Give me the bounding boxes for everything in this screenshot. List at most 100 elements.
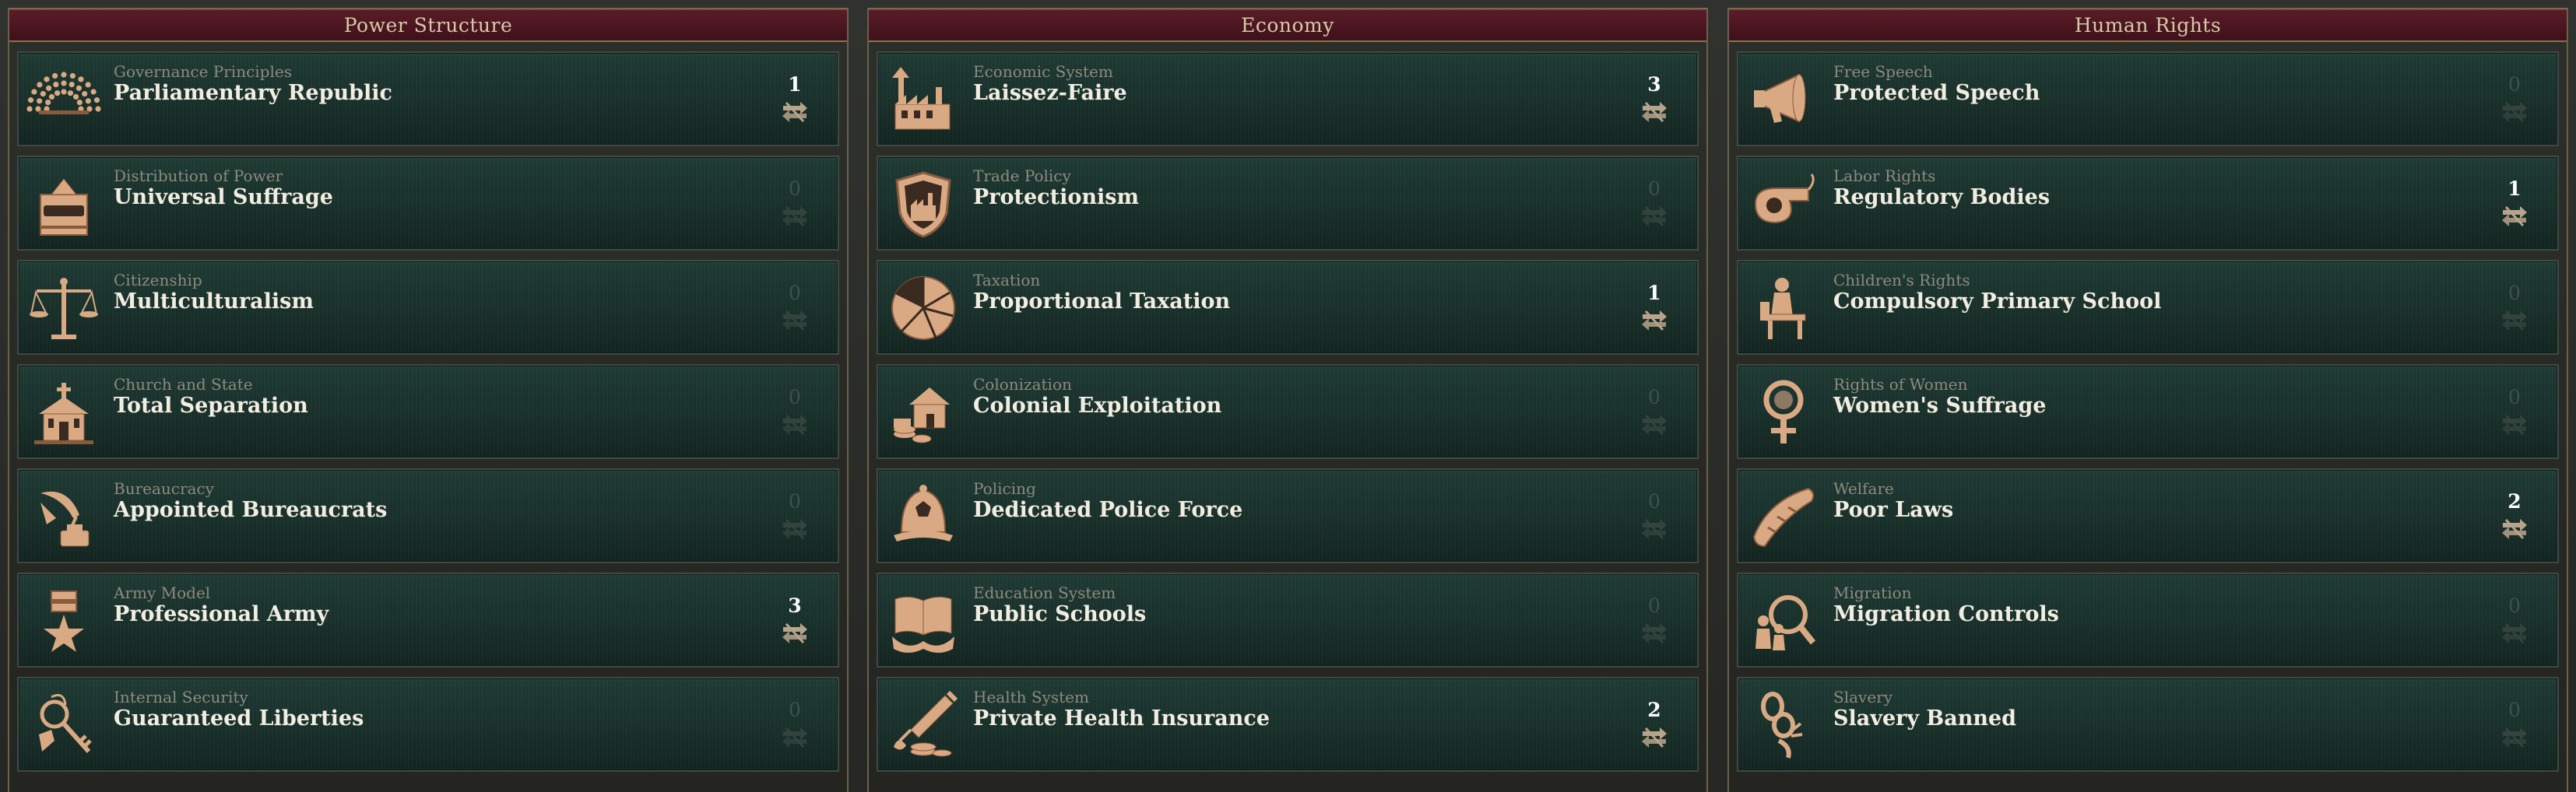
law-count-badge: 0 [1648,594,1661,617]
change-law-icon[interactable] [2500,517,2529,541]
law-count-badge: 0 [789,386,801,408]
law-name: Dedicated Police Force [973,498,1243,522]
change-law-icon[interactable] [2500,308,2529,333]
law-category: Citizenship [114,271,202,289]
change-law-icon[interactable] [780,412,810,437]
law-name: Poor Laws [1833,498,1954,522]
law-name: Appointed Bureaucrats [114,498,388,522]
law-count-badge: 1 [788,73,802,96]
law-count-badge: 2 [2507,490,2522,513]
law-name: Compulsory Primary School [1833,289,2162,314]
change-law-icon[interactable] [780,621,810,646]
panel-economy: Economy Economic System Laissez-Faire 3 … [867,8,1708,792]
law-card-taxation[interactable]: Taxation Proportional Taxation 1 [877,260,1699,355]
law-card-rights-of-women[interactable]: Rights of Women Women's Suffrage 0 [1737,364,2559,459]
panel-title: Human Rights [1729,9,2567,42]
change-law-icon[interactable] [1639,204,1669,229]
law-card-economic-system[interactable]: Economic System Laissez-Faire 3 [877,51,1699,146]
law-name: Public Schools [973,602,1147,626]
law-count-badge: 1 [1647,282,1661,304]
medal-icon [25,582,103,660]
change-law-icon[interactable] [780,204,810,229]
change-law-icon[interactable] [2500,725,2529,750]
law-card-governance-principles[interactable]: Governance Principles Parliamentary Repu… [17,51,839,146]
law-card-education-system[interactable]: Education System Public Schools 0 [877,573,1699,668]
megaphone-icon [1745,61,1822,138]
law-count-badge: 0 [2508,594,2521,617]
panel-power-structure: Power Structure Governance Principles Pa… [8,8,849,792]
law-card-bureaucracy[interactable]: Bureaucracy Appointed Bureaucrats 0 [17,468,839,563]
change-law-icon[interactable] [1639,517,1669,541]
law-count-badge: 0 [2508,386,2521,408]
law-category: Taxation [973,271,1041,289]
law-card-labor-rights[interactable]: Labor Rights Regulatory Bodies 1 [1737,156,2559,251]
law-count-badge: 2 [1647,699,1661,721]
pie-icon [884,269,962,347]
law-card-colonization[interactable]: Colonization Colonial Exploitation 0 [877,364,1699,459]
law-category: Distribution of Power [114,166,283,185]
law-name: Slavery Banned [1833,706,2017,731]
change-law-icon[interactable] [780,308,810,333]
law-name: Laissez-Faire [973,81,1127,105]
law-count-badge: 1 [2507,177,2522,200]
law-card-free-speech[interactable]: Free Speech Protected Speech 0 [1737,51,2559,146]
law-category: Church and State [114,375,253,394]
broken-chain-icon [1745,686,1822,764]
law-name: Colonial Exploitation [973,394,1222,418]
law-count-badge: 0 [789,699,801,721]
factory-growth-icon [884,61,962,138]
law-category: Health System [973,688,1089,706]
change-law-icon[interactable] [1639,621,1669,646]
change-law-icon[interactable] [2500,412,2529,437]
law-name: Proportional Taxation [973,289,1231,314]
law-count-badge: 0 [1648,386,1661,408]
law-card-internal-security[interactable]: Internal Security Guaranteed Liberties 0 [17,677,839,772]
change-law-icon[interactable] [1639,725,1669,750]
law-name: Migration Controls [1833,602,2059,626]
colonial-house-icon [884,373,962,451]
parliament-icon [25,61,103,138]
bread-icon [1745,478,1822,555]
change-law-icon[interactable] [780,725,810,750]
law-card-health-system[interactable]: Health System Private Health Insurance 2 [877,677,1699,772]
law-name: Parliamentary Republic [114,81,392,105]
change-law-icon[interactable] [780,517,810,541]
law-card-childrens-rights[interactable]: Children's Rights Compulsory Primary Sch… [1737,260,2559,355]
law-category: Governance Principles [114,62,292,81]
law-card-church-and-state[interactable]: Church and State Total Separation 0 [17,364,839,459]
venus-icon [1745,373,1822,451]
law-name: Multiculturalism [114,289,314,314]
law-card-welfare[interactable]: Welfare Poor Laws 2 [1737,468,2559,563]
change-law-icon[interactable] [2500,204,2529,229]
scales-icon [25,269,103,347]
law-card-citizenship[interactable]: Citizenship Multiculturalism 0 [17,260,839,355]
law-card-slavery[interactable]: Slavery Slavery Banned 0 [1737,677,2559,772]
law-card-policing[interactable]: Policing Dedicated Police Force 0 [877,468,1699,563]
law-category: Army Model [114,583,211,602]
law-count-badge: 0 [789,490,801,513]
change-law-icon[interactable] [1639,412,1669,437]
change-law-icon[interactable] [2500,621,2529,646]
law-card-migration[interactable]: Migration Migration Controls 0 [1737,573,2559,668]
law-name: Total Separation [114,394,308,418]
law-name: Private Health Insurance [973,706,1270,731]
law-card-distribution-of-power[interactable]: Distribution of Power Universal Suffrage… [17,156,839,251]
change-law-icon[interactable] [780,100,810,124]
law-category: Bureaucracy [114,479,214,498]
book-hands-icon [884,582,962,660]
change-law-icon[interactable] [2500,100,2529,124]
law-count-badge: 3 [1647,73,1661,96]
panel-title: Economy [869,9,1706,42]
law-category: Trade Policy [973,166,1071,185]
law-card-army-model[interactable]: Army Model Professional Army 3 [17,573,839,668]
police-helmet-icon [884,478,962,555]
school-desk-icon [1745,269,1822,347]
law-name: Women's Suffrage [1833,394,2047,418]
law-category: Education System [973,583,1116,602]
law-card-trade-policy[interactable]: Trade Policy Protectionism 0 [877,156,1699,251]
change-law-icon[interactable] [1639,308,1669,333]
law-count-badge: 3 [788,594,802,617]
change-law-icon[interactable] [1639,100,1669,124]
law-count-badge: 0 [2508,699,2521,721]
law-category: Welfare [1833,479,1894,498]
